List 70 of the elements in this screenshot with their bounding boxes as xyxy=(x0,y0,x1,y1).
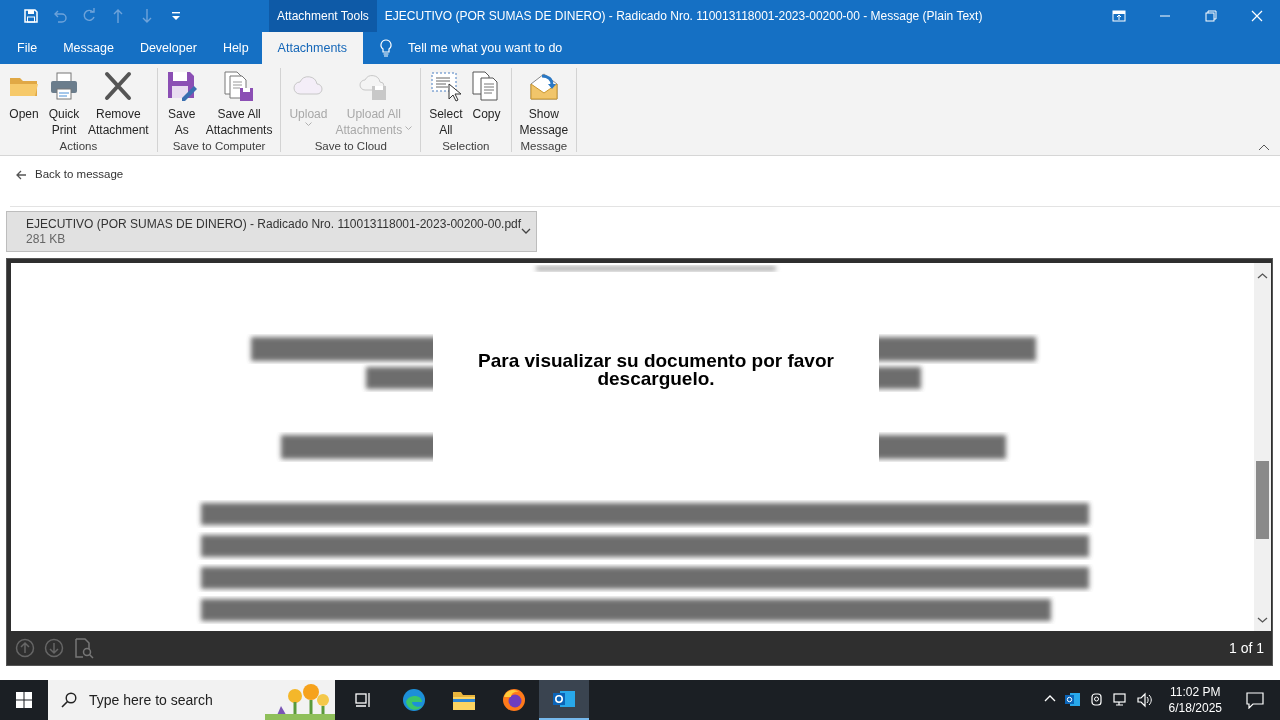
speech-bubble-icon xyxy=(1246,691,1264,709)
down-arrow-icon xyxy=(140,8,153,24)
fox-globe-icon xyxy=(502,688,526,712)
save-icon xyxy=(22,8,39,24)
dropdown-caret-icon xyxy=(405,126,413,132)
ribbon-tab[interactable]: Attachments xyxy=(261,32,364,64)
group-label: Actions xyxy=(58,139,99,154)
ribbon-tab[interactable]: Help xyxy=(209,32,262,64)
collapse-ribbon-button[interactable] xyxy=(1258,143,1272,153)
ribbon-button[interactable]: Save As xyxy=(161,68,202,138)
customize-icon xyxy=(170,11,181,21)
up-arrow-icon xyxy=(111,8,124,24)
tell-me-field[interactable]: Tell me what you want to do xyxy=(406,37,637,59)
ribbon-tab[interactable]: Message xyxy=(50,32,127,64)
close-icon xyxy=(1250,9,1264,23)
down-circle-icon xyxy=(44,637,65,659)
attachment-size: 281 KB xyxy=(26,231,67,247)
window-title: EJECUTIVO (POR SUMAS DE DINERO) - Radicado Nro. 110013118001-2023-00200-00 - Message (Plain Text) xyxy=(384,8,983,25)
group-label: Message xyxy=(519,139,569,154)
scrollbar-thumb[interactable] xyxy=(1256,461,1269,539)
scrollbar[interactable] xyxy=(1254,263,1271,631)
task-view-icon xyxy=(355,692,373,708)
page-indicator: 1 of 1 xyxy=(1228,638,1264,658)
select-cursor-icon xyxy=(429,70,462,102)
find-button[interactable] xyxy=(73,637,94,659)
documents-floppy-icon xyxy=(223,70,256,102)
search-icon xyxy=(61,692,77,708)
windows-icon xyxy=(16,692,32,708)
tray-mail-button[interactable] xyxy=(1064,692,1081,708)
group-label: Save to Cloud xyxy=(313,139,388,154)
ribbon-display-icon xyxy=(1112,9,1126,23)
camera-icon xyxy=(1088,692,1105,708)
ribbon-button[interactable]: Remove Attachment xyxy=(84,68,153,138)
browser-swirl-icon xyxy=(402,688,426,712)
ribbon-button[interactable]: Open xyxy=(4,68,44,138)
ribbon-tab[interactable]: File xyxy=(4,32,51,64)
volume-button[interactable] xyxy=(1136,692,1153,708)
dropdown-caret-icon xyxy=(304,122,312,128)
printer-icon xyxy=(48,70,80,102)
up-circle-icon xyxy=(15,637,36,659)
network-button[interactable] xyxy=(1112,692,1129,708)
group-label: Save to Computer xyxy=(171,139,267,154)
mail-app-icon xyxy=(1064,692,1081,708)
lightbulb-icon xyxy=(379,39,394,57)
clock[interactable]: 11:02 PM 6/18/2025 xyxy=(1168,684,1222,716)
document-search-icon xyxy=(73,637,94,659)
restore-icon xyxy=(1204,9,1218,23)
ribbon-button[interactable]: Quick Print xyxy=(44,68,84,138)
download-notice: Para visualizar su documento por favor descarguelo. xyxy=(477,352,835,388)
back-arrow-icon xyxy=(16,170,27,180)
speaker-icon xyxy=(1136,692,1153,708)
notifications-button[interactable] xyxy=(1246,691,1264,709)
ribbon-button[interactable]: Copy xyxy=(466,68,507,138)
ribbon-button[interactable]: Select All xyxy=(425,68,467,138)
back-link[interactable]: Back to message xyxy=(16,166,124,184)
folder-icon xyxy=(452,689,476,711)
ribbon-tab[interactable]: Developer xyxy=(126,32,210,64)
tray-camera-button[interactable] xyxy=(1088,692,1105,708)
group-label: Selection xyxy=(441,139,491,154)
caret-icon xyxy=(1258,143,1270,151)
taskbar-search-field[interactable]: Type here to search xyxy=(48,680,335,720)
ribbon-button[interactable]: Show Message xyxy=(515,68,573,138)
attachment-chip[interactable]: EJECUTIVO (POR SUMAS DE DINERO) - Radicado Nro. 110013118001-2023-00200-00.pdf 281 KB xyxy=(6,211,537,252)
ribbon-button[interactable]: Save All Attachments xyxy=(201,68,277,138)
chevron-down-icon xyxy=(521,228,532,236)
contextual-tab-group: Attachment Tools xyxy=(277,7,369,25)
mail-app-icon xyxy=(552,688,576,710)
network-icon xyxy=(1112,692,1129,708)
attachment-name: EJECUTIVO (POR SUMAS DE DINERO) - Radicado Nro. 110013118001-2023-00200-00.pdf xyxy=(26,216,522,232)
floppy-pencil-icon xyxy=(165,70,198,102)
